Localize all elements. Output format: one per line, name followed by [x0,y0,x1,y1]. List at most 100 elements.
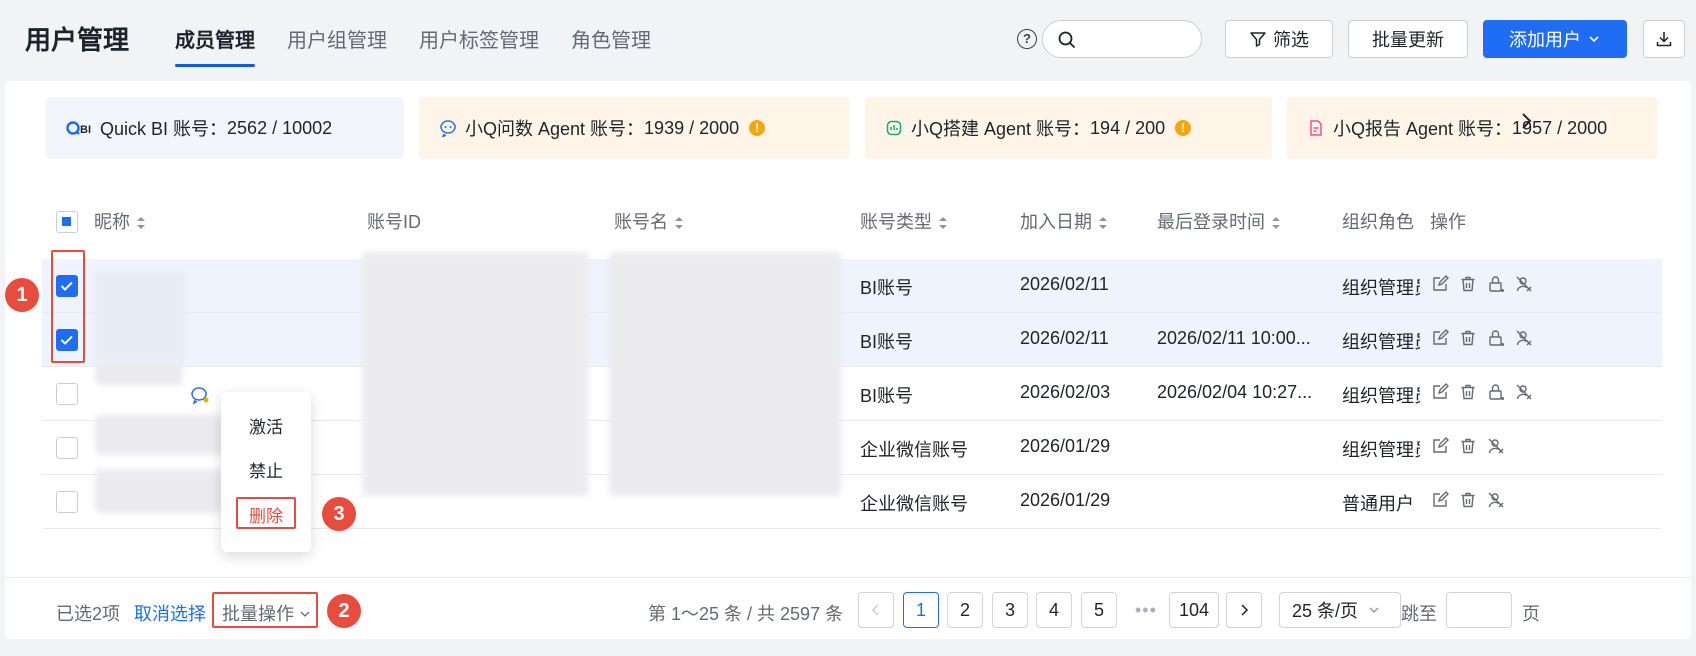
edit-icon[interactable] [1431,329,1449,347]
lock-icon[interactable] [1487,329,1505,347]
org-role: 普通用户 [1342,494,1414,514]
delete-icon[interactable] [1459,275,1477,293]
page-title: 用户管理 [25,25,130,55]
row-actions [1431,329,1533,347]
next-page-button[interactable] [1226,592,1262,628]
redacted-nickname [95,469,225,513]
col-join-date[interactable]: 加入日期 [1020,200,1108,244]
wechat-chat-icon [191,387,209,404]
annotation-box-checkboxes [51,250,85,363]
tab-members[interactable]: 成员管理 [175,24,255,67]
app-root: 用户管理 成员管理 用户组管理 用户标签管理 角色管理 ? 筛选 批量更新 添加… [5,0,1691,656]
add-user-label: 添加用户 [1509,30,1581,50]
edit-icon[interactable] [1431,275,1449,293]
disable-user-icon[interactable] [1487,437,1505,455]
col-nickname[interactable]: 昵称 [94,200,146,244]
annotation-box-batch [212,592,318,628]
lock-icon[interactable] [1487,275,1505,293]
search-input[interactable] [1042,20,1202,58]
page-1[interactable]: 1 [903,592,939,628]
page-5[interactable]: 5 [1081,592,1117,628]
edit-icon[interactable] [1431,437,1449,455]
tab-user-tags[interactable]: 用户标签管理 [419,24,539,67]
disable-user-icon[interactable] [1515,275,1533,293]
disable-user-icon[interactable] [1487,491,1505,509]
warning-icon[interactable]: ! [1175,120,1192,136]
quota-label-report-agent: 小Q报告 Agent 账号： [1333,119,1513,139]
sort-icon [1099,217,1107,230]
page-unit-label: 页 [1522,604,1540,624]
table-row[interactable]: BI账号 2026/02/11 2026/02/11 10:00... 组织管理… [42,313,1662,367]
menu-item-disable[interactable]: 禁止 [221,457,311,482]
build-agent-icon [885,119,903,137]
pagination-ellipsis[interactable]: ••• [1135,600,1157,621]
download-button[interactable] [1643,20,1685,58]
delete-icon[interactable] [1459,491,1477,509]
page-last[interactable]: 104 [1169,592,1219,628]
last-login: 2026/02/04 10:27... [1157,382,1313,402]
last-login: 2026/02/11 10:00... [1157,328,1311,348]
org-role: 组织管理员 [1342,332,1420,352]
filter-button[interactable]: 筛选 [1225,20,1333,58]
prev-page-button[interactable] [858,592,894,628]
selected-count: 已选2项 [56,604,121,624]
redacted-account-id [362,252,588,496]
redacted-nickname [95,363,183,385]
row-checkbox[interactable] [56,383,78,405]
disable-user-icon[interactable] [1515,329,1533,347]
col-account-name[interactable]: 账号名 [614,200,684,244]
sort-icon [137,217,145,230]
org-role: 组织管理员 [1342,386,1420,406]
chevron-right-icon[interactable] [1518,109,1534,133]
page-size-select[interactable]: 25 条/页 [1279,592,1401,628]
delete-icon[interactable] [1459,437,1477,455]
quota-label-chat-agent: 小Q问数 Agent 账号： [465,119,645,139]
help-icon[interactable]: ? [1017,29,1037,49]
quota-label-quickbi: Quick BI 账号： [100,119,228,139]
page-3[interactable]: 3 [992,592,1028,628]
search-icon [1058,31,1075,48]
menu-item-activate[interactable]: 激活 [221,413,311,438]
jump-label: 跳至 [1401,604,1437,624]
quota-count-quickbi: 2562 / 10002 [227,117,333,138]
quota-card-quickbi: BI Quick BI 账号： 2562 / 10002 [46,97,404,159]
account-type: BI账号 [860,332,914,352]
quota-count-chat-agent: 1939 / 2000 [644,117,740,138]
add-user-button[interactable]: 添加用户 [1483,20,1627,58]
cancel-selection-link[interactable]: 取消选择 [134,600,206,626]
row-checkbox[interactable] [56,491,78,513]
delete-icon[interactable] [1459,383,1477,401]
quickbi-logo: BI [66,119,92,137]
jump-page-input[interactable] [1446,592,1512,628]
warning-icon[interactable]: ! [749,120,766,136]
quota-card-report-agent: 小Q报告 Agent 账号： 1957 / 2000 [1287,97,1657,159]
delete-icon[interactable] [1459,329,1477,347]
page-2[interactable]: 2 [947,592,983,628]
col-last-login[interactable]: 最后登录时间 [1157,200,1281,244]
filter-icon [1250,32,1266,47]
chevron-down-icon [1369,607,1379,613]
table-row[interactable]: BI账号 2026/02/11 组织管理员 [42,259,1662,313]
page-4[interactable]: 4 [1036,592,1072,628]
svg-text:BI: BI [80,124,91,136]
col-account-type[interactable]: 账号类型 [860,200,948,244]
page-size-value: 25 条/页 [1292,601,1359,621]
disable-user-icon[interactable] [1515,383,1533,401]
tab-user-groups[interactable]: 用户组管理 [287,24,387,67]
row-actions [1431,437,1505,455]
quota-card-build-agent: 小Q搭建 Agent 账号： 194 / 200 ! [865,97,1272,159]
lock-icon[interactable] [1487,383,1505,401]
table-footer: 已选2项 取消选择 批量操作 2 第 1～25 条 / 共 2597 条 1 2… [5,577,1691,639]
tab-roles[interactable]: 角色管理 [571,24,651,67]
row-checkbox[interactable] [56,437,78,459]
edit-icon[interactable] [1431,383,1449,401]
table-header: 昵称 账号ID 账号名 账号类型 加入日期 最后登录时间 组织角色 操作 [42,200,1662,244]
edit-icon[interactable] [1431,491,1449,509]
join-date: 2026/02/11 [1020,274,1109,294]
tab-bar: 成员管理 用户组管理 用户标签管理 角色管理 [175,24,651,67]
total-count: 第 1～25 条 / 共 2597 条 [648,604,844,624]
select-all-checkbox[interactable] [56,211,78,233]
join-date: 2026/02/03 [1020,382,1111,402]
join-date: 2026/01/29 [1020,436,1111,456]
batch-update-button[interactable]: 批量更新 [1348,20,1468,58]
